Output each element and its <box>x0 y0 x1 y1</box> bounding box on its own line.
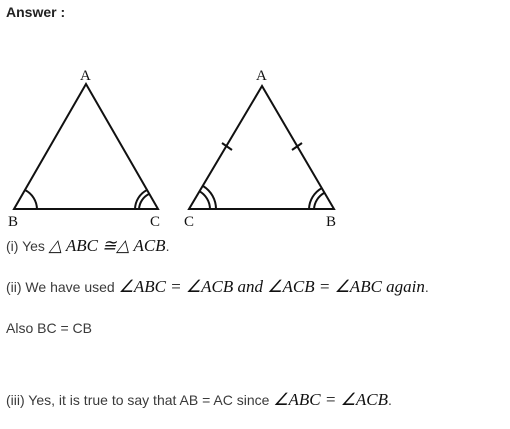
part-ii: (ii) We have used ∠ABC = ∠ACB and ∠ACB =… <box>6 277 429 297</box>
vertex-label-c-left: C <box>150 214 160 230</box>
angle-c-arc-1 <box>198 190 211 210</box>
part-ii-text: (ii) We have used <box>6 279 119 295</box>
vertex-label-a-left: A <box>80 68 91 84</box>
angle-b-arc <box>24 189 38 210</box>
part-iii: (iii) Yes, it is true to say that AB = A… <box>6 390 392 410</box>
angle-b-arc-1 <box>308 187 323 210</box>
part-i-math: △ ABC ≅△ ACB <box>48 236 166 255</box>
part-also: Also BC = CB <box>6 320 92 336</box>
part-iii-math: ∠ABC = ∠ACB <box>273 390 388 409</box>
vertex-label-c-right: C <box>184 214 194 230</box>
triangle-abc-outline <box>12 81 160 210</box>
vertex-label-b-right: B <box>326 214 336 230</box>
triangle-acb <box>187 84 336 210</box>
congruent-triangles-figure: A B C A C B <box>8 68 336 230</box>
part-also-text: Also BC = CB <box>6 320 92 336</box>
part-ii-end: . <box>424 279 429 295</box>
part-ii-math: ∠ABC = ∠ACB and ∠ACB = ∠ABC again <box>118 277 425 296</box>
part-iii-text: (iii) Yes, it is true to say that AB = A… <box>6 392 274 408</box>
triangle-acb-outline <box>187 84 336 210</box>
triangle-abc <box>12 81 160 210</box>
vertex-label-b-left: B <box>8 214 18 230</box>
part-i-end: . <box>165 238 170 254</box>
vertex-label-a-right: A <box>256 68 267 84</box>
angle-b-arc-2 <box>313 192 325 210</box>
part-i: (i) Yes △ ABC ≅△ ACB. <box>6 236 169 256</box>
part-i-text: (i) Yes <box>6 238 49 254</box>
part-iii-end: . <box>387 392 392 408</box>
